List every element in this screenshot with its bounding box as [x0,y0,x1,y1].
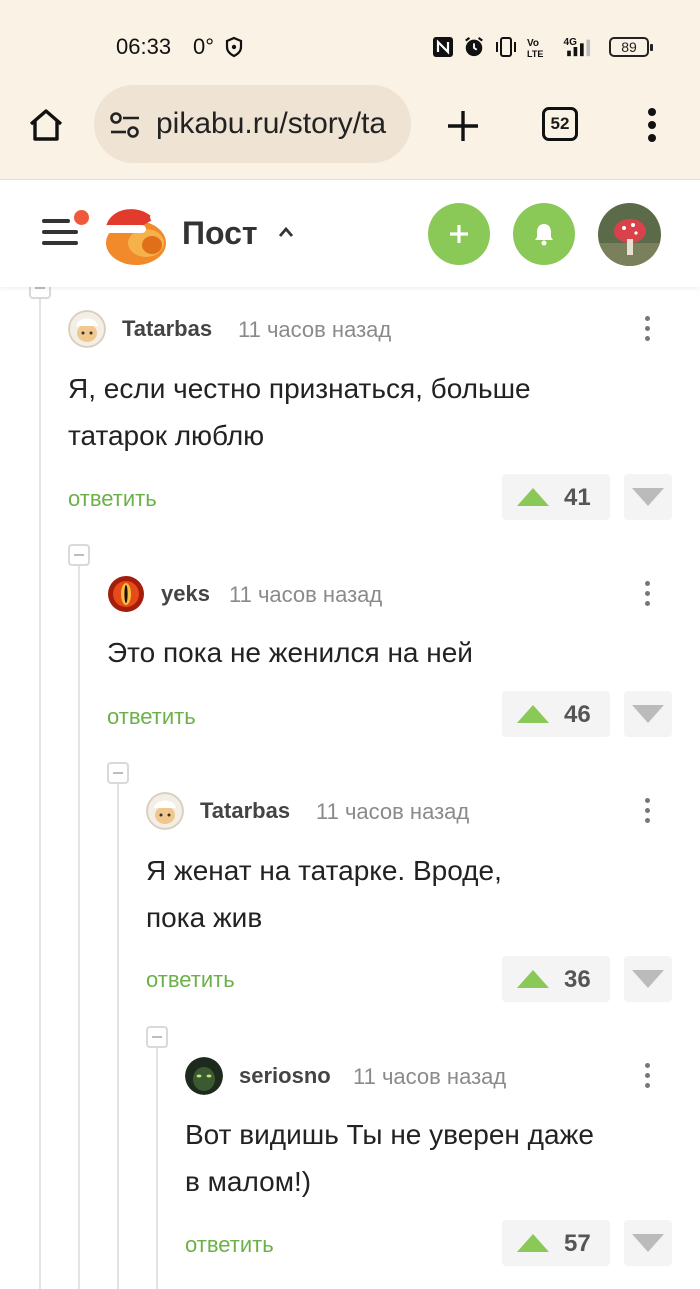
svg-text:LTE: LTE [527,49,543,58]
url-text: pikabu.ru/story/ta [156,107,387,140]
thread-line [78,566,80,1289]
comment: yeks 11 часов назад Это пока не женился … [107,575,672,745]
downvote-button[interactable] [624,956,672,1002]
rating-count: 36 [564,966,591,993]
browser-toolbar: pikabu.ru/story/ta 52 [0,85,700,180]
add-post-button[interactable] [428,203,490,265]
downvote-icon [632,488,664,506]
collapse-thread-button[interactable] [146,1026,168,1048]
reply-link[interactable]: ответить [107,704,196,730]
upvote-icon [517,970,549,988]
upvote-button[interactable]: 41 [502,474,610,520]
comment: Tatarbas 11 часов назад Я, если честно п… [68,310,672,525]
comment-time: 11 часов назад [353,1064,507,1089]
avatar[interactable] [185,1057,223,1095]
avatar[interactable] [598,203,661,266]
status-bar: 06:33 0° Vo LTE 4G 89 [0,0,700,85]
comment-author[interactable]: Tatarbas [200,798,290,824]
thread-line [156,1048,158,1289]
notifications-button[interactable] [513,203,575,265]
collapse-thread-button[interactable] [68,544,90,566]
rating-count: 41 [564,484,591,511]
avatar[interactable] [68,310,106,348]
reply-link[interactable]: ответить [185,1232,274,1258]
battery-icon: 89 [609,37,653,57]
downvote-button[interactable] [624,474,672,520]
comment-time: 11 часов назад [238,317,392,342]
upvote-icon [517,705,549,723]
svg-text:4G: 4G [564,37,578,48]
comment-author[interactable]: yeks [161,581,210,607]
nfc-icon [433,37,453,57]
upvote-icon [517,488,549,506]
upvote-button[interactable]: 46 [502,691,610,737]
comment: seriosno 11 часов назад Вот видишь Ты не… [185,1057,672,1272]
volte-icon: Vo LTE [527,38,543,58]
menu-icon[interactable] [42,215,78,249]
comment-author[interactable]: Tatarbas [122,316,212,342]
more-vert-icon[interactable] [637,310,657,346]
downvote-icon [632,1234,664,1252]
status-temperature: 0° [193,34,215,59]
comment-text: Это пока не женился на ней [107,637,473,668]
svg-text:Vo: Vo [527,38,539,49]
signal-4g-icon: 4G [564,37,591,57]
reply-link[interactable]: ответить [146,967,235,993]
plus-icon [450,225,468,243]
more-vert-icon[interactable] [637,792,657,828]
notification-dot [74,210,89,225]
rating-count: 46 [564,701,591,728]
downvote-icon [632,705,664,723]
comment-time: 11 часов назад [316,799,470,824]
site-header: Пост [0,181,700,287]
more-vert-icon[interactable] [640,105,664,145]
avatar[interactable] [107,575,145,613]
upvote-button[interactable]: 57 [502,1220,610,1266]
comment-text: Я, если честно признаться, больше татаро… [68,373,531,451]
shield-icon [225,36,243,58]
chevron-up-icon[interactable] [278,224,294,240]
vibrate-icon [496,37,516,57]
new-tab-icon[interactable] [446,109,480,143]
comment-text: Я женат на татарке. Вроде, пока жив [146,855,502,933]
thread-line [39,287,41,1289]
site-settings-icon[interactable] [108,109,142,141]
upvote-button[interactable]: 36 [502,956,610,1002]
rating-count: 57 [564,1230,591,1257]
page-title[interactable]: Пост [182,215,258,252]
tabs-button[interactable]: 52 [542,107,578,141]
comment: Tatarbas 11 часов назад Я женат на татар… [146,792,672,1007]
reply-link[interactable]: ответить [68,486,157,512]
comment-author[interactable]: seriosno [239,1063,331,1089]
alarm-icon [465,36,483,57]
bell-icon [535,224,553,246]
comment-text: Вот видишь Ты не уверен даже в малом!) [185,1119,594,1197]
downvote-button[interactable] [624,691,672,737]
collapse-thread-button[interactable] [107,762,129,784]
upvote-icon [517,1234,549,1252]
status-time: 06:33 [116,34,172,59]
downvote-icon [632,970,664,988]
pikabu-logo[interactable] [100,201,170,267]
more-vert-icon[interactable] [637,1057,657,1093]
more-vert-icon[interactable] [637,575,657,611]
comment-time: 11 часов назад [229,582,383,607]
downvote-button[interactable] [624,1220,672,1266]
address-bar[interactable]: pikabu.ru/story/ta [94,85,411,163]
home-icon[interactable] [26,105,66,145]
avatar[interactable] [146,792,184,830]
thread-line [117,784,119,1289]
